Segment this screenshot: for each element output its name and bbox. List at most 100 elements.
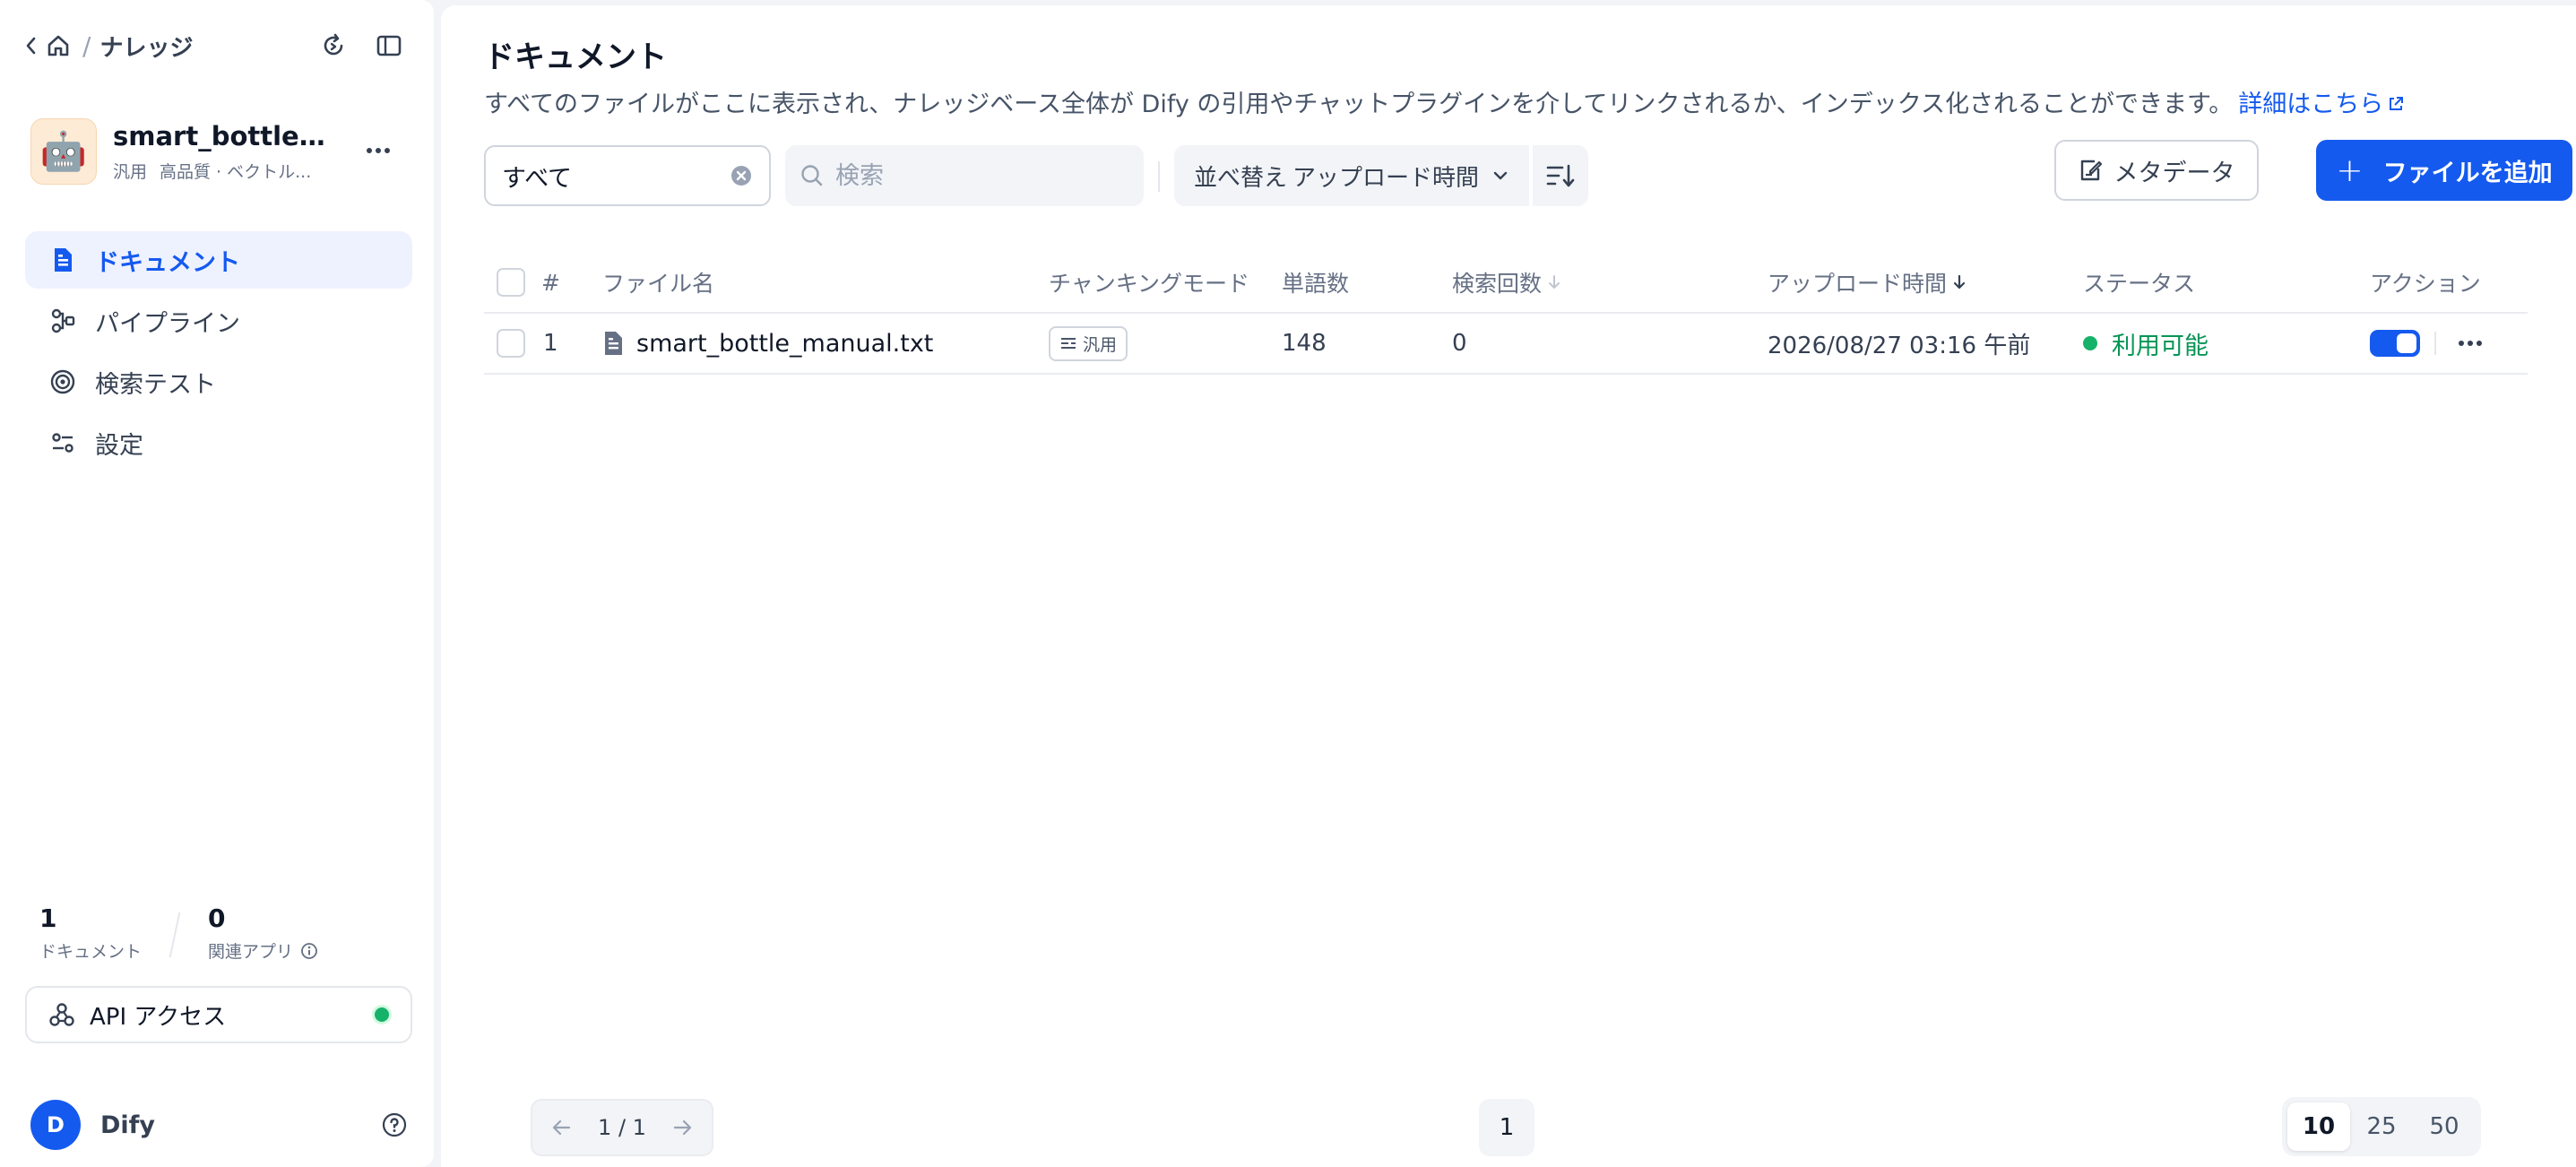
sidebar-item-label: ドキュメント <box>95 248 240 277</box>
text-file-icon <box>602 331 624 356</box>
help-icon[interactable] <box>378 1109 411 1141</box>
main-panel: ドキュメント すべてのファイルがここに表示され、ナレッジベース全体が Dify … <box>441 5 2576 1167</box>
chunking-mode-badge: 汎用 <box>1049 325 1128 361</box>
search-icon <box>800 163 825 188</box>
header-hit-count[interactable]: 検索回数 <box>1452 253 1561 312</box>
status-filter-select[interactable]: すべて <box>484 145 771 206</box>
plus-icon: + <box>2336 151 2364 189</box>
learn-more-link[interactable]: 詳細はこちら <box>2238 91 2405 118</box>
documents-label: ドキュメント <box>39 942 143 962</box>
back-chevron-icon[interactable] <box>20 28 41 64</box>
status-badge: 利用可能 <box>2083 314 2209 373</box>
sidebar-item-settings[interactable]: 設定 <box>25 414 412 471</box>
metadata-button[interactable]: メタデータ <box>2054 140 2259 201</box>
prev-page-arrow-icon[interactable] <box>541 1107 583 1148</box>
api-status-dot <box>375 1007 389 1022</box>
info-icon[interactable] <box>300 942 318 960</box>
toolbar-divider <box>1158 161 1160 192</box>
sidebar-toggle-icon[interactable] <box>371 28 407 64</box>
file-name[interactable]: smart_bottle_manual.txt <box>636 330 933 358</box>
search-input[interactable] <box>835 161 1131 190</box>
header-word-count: 単語数 <box>1282 271 1350 297</box>
header-actions: アクション <box>2370 271 2481 297</box>
table-row[interactable]: 1 smart_bottle_manual.txt 汎用 148 0 2026/… <box>484 314 2528 375</box>
user-name: Dify <box>100 1111 156 1139</box>
pipeline-icon <box>48 307 77 335</box>
pagination-stepper: 1 / 1 <box>531 1099 713 1156</box>
sidebar-item-pipeline[interactable]: パイプライン <box>25 292 412 350</box>
dataset-avatar: 🤖 <box>30 118 97 185</box>
sort-prefix: 並べ替え <box>1194 164 1288 192</box>
sidebar-item-label: 設定 <box>95 431 143 460</box>
toolbar: すべて 並べ替え アップロード時間 <box>484 140 2572 206</box>
add-file-label: ファイルを追加 <box>2382 159 2553 187</box>
related-apps-count: 0 <box>208 903 226 933</box>
word-count: 148 <box>1282 330 1327 357</box>
search-box[interactable] <box>785 145 1144 206</box>
documents-table: # ファイル名 チャンキングモード 単語数 検索回数 アップロード時間 ステータ… <box>484 253 2528 375</box>
status-dot <box>2083 336 2097 350</box>
header-index: # <box>541 269 560 296</box>
dataset-type: 汎用 <box>113 161 148 182</box>
toggle-knob <box>2397 333 2416 353</box>
breadcrumb-separator: / <box>82 30 91 61</box>
sidebar-item-label: パイプライン <box>95 309 240 338</box>
select-all-checkbox[interactable] <box>497 268 525 297</box>
api-access-label: API アクセス <box>90 1003 227 1031</box>
status-text: 利用可能 <box>2112 332 2209 360</box>
chevron-down-icon <box>1491 169 1509 182</box>
page-size-option[interactable]: 50 <box>2413 1102 2476 1151</box>
breadcrumb-knowledge[interactable]: ナレッジ <box>99 30 193 63</box>
general-chunk-icon <box>1059 335 1077 351</box>
learn-more-label: 詳細はこちら <box>2238 91 2384 118</box>
sort-arrow-down-icon <box>1952 273 1967 291</box>
page-size-option[interactable]: 25 <box>2350 1102 2413 1151</box>
next-page-arrow-icon[interactable] <box>661 1107 703 1148</box>
sort-select[interactable]: 並べ替え アップロード時間 <box>1174 145 1529 206</box>
documents-stat: 1 ドキュメント <box>39 903 142 963</box>
sort-descending-icon <box>1545 162 1576 189</box>
header-chunking-mode: チャンキングモード <box>1049 271 1250 297</box>
add-file-button[interactable]: + ファイルを追加 <box>2316 140 2572 201</box>
header-file-name: ファイル名 <box>602 271 715 297</box>
page-title: ドキュメント <box>484 39 667 75</box>
header-upload-time-label: アップロード時間 <box>1768 271 1948 297</box>
row-checkbox[interactable] <box>497 329 525 358</box>
enable-toggle[interactable] <box>2370 330 2420 357</box>
document-icon <box>48 246 77 274</box>
stats-divider <box>169 912 181 957</box>
sidebar: / ナレッジ 🤖 smart_bottle_... 汎用 高品質 · ベクトル..… <box>0 0 434 1167</box>
clear-icon[interactable] <box>730 164 753 187</box>
header-upload-time[interactable]: アップロード時間 <box>1768 253 1967 312</box>
status-filter-value: すべて <box>502 164 573 193</box>
sort-arrow-down-icon <box>1547 273 1561 291</box>
home-icon[interactable] <box>43 28 73 64</box>
page-number-button[interactable]: 1 <box>1479 1099 1534 1156</box>
avatar[interactable]: D <box>30 1100 81 1150</box>
dataset-name: smart_bottle_... <box>113 120 337 151</box>
sidebar-item-retrieval-test[interactable]: 検索テスト <box>25 353 412 411</box>
row-index: 1 <box>543 330 558 357</box>
dataset-index: 高品質 · ベクトル... <box>160 161 312 182</box>
breadcrumb: / ナレッジ <box>20 27 414 65</box>
user-menu[interactable]: D Dify <box>30 1099 411 1151</box>
sidebar-nav: ドキュメント パイプライン 検索テスト 設定 <box>25 231 412 475</box>
api-access-button[interactable]: API アクセス <box>25 986 412 1043</box>
sidebar-item-label: 検索テスト <box>95 370 216 399</box>
api-icon <box>48 1001 75 1028</box>
documents-count: 1 <box>39 903 57 933</box>
dataset-more-icon[interactable] <box>359 131 398 170</box>
dataset-stats: 1 ドキュメント 0 関連アプリ <box>39 903 398 963</box>
sort-order-button[interactable] <box>1533 145 1588 206</box>
chunking-mode-label: 汎用 <box>1083 334 1118 355</box>
page-description-text: すべてのファイルがここに表示され、ナレッジベース全体が Dify の引用やチャッ… <box>484 91 2234 118</box>
row-more-icon[interactable] <box>2451 324 2490 363</box>
page-indicator: 1 / 1 <box>598 1115 646 1140</box>
table-header: # ファイル名 チャンキングモード 単語数 検索回数 アップロード時間 ステータ… <box>484 253 2528 314</box>
page-description: すべてのファイルがここに表示され、ナレッジベース全体が Dify の引用やチャッ… <box>484 84 2405 119</box>
sync-icon[interactable] <box>316 28 351 64</box>
edit-document-icon <box>2079 158 2104 183</box>
sidebar-item-documents[interactable]: ドキュメント <box>25 231 412 289</box>
page-size-option[interactable]: 10 <box>2287 1102 2350 1151</box>
upload-time: 2026/08/27 03:16 午前 <box>1768 332 2031 359</box>
